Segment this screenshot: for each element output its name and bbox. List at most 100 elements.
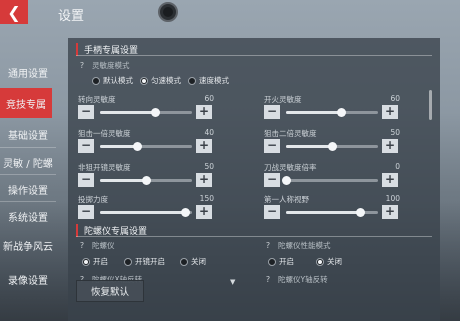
divider (76, 55, 432, 56)
slider-value: 150 (199, 194, 214, 203)
sidebar-item-label: 录像设置 (8, 275, 48, 287)
sidebar-item-sensitivity[interactable]: 灵敏 / 陀螺 (0, 150, 56, 175)
option-label: 速度模式 (199, 76, 229, 85)
increase-button[interactable]: + (382, 205, 398, 219)
sidebar-item-system[interactable]: 系统设置 (0, 204, 56, 228)
slider-handle[interactable] (328, 142, 337, 151)
scrollbar[interactable] (429, 90, 432, 120)
slider-fill (100, 179, 146, 182)
slider-track[interactable] (286, 108, 378, 117)
settings-panel: 手柄专属设置 ? 灵敏度模式 默认模式 匀速模式 速度模式 转向灵敏度 60− + 开… (68, 38, 440, 321)
decrease-button[interactable]: − (78, 173, 94, 187)
gyro-perf-label: 陀螺仪性能模式 (278, 241, 331, 250)
y-reverse-header: ? 陀螺仪Y轴反转 (264, 274, 328, 285)
option-label: 开启 (93, 257, 108, 266)
increase-button[interactable]: + (196, 173, 212, 187)
mode-option-default[interactable]: 默认模式 (92, 75, 133, 86)
mode-header: ? 灵敏度模式 (78, 60, 130, 71)
mode-option-speed[interactable]: 速度模式 (188, 75, 229, 86)
gyro-option-scope[interactable]: 开镜开启 (124, 256, 165, 267)
increase-button[interactable]: + (382, 105, 398, 119)
increase-button[interactable]: + (196, 139, 212, 153)
slider-fill (100, 211, 185, 214)
sidebar-item-label: 竞技专属 (6, 99, 46, 111)
slider-value: 0 (395, 162, 400, 171)
option-label: 默认模式 (103, 76, 133, 85)
decrease-button[interactable]: − (78, 105, 94, 119)
slider-handle[interactable] (151, 108, 161, 117)
chevron-down-icon: ▼ (230, 278, 236, 286)
reset-default-button[interactable]: 恢复默认 (76, 280, 144, 302)
increase-button[interactable]: + (196, 105, 212, 119)
slider-track[interactable] (286, 208, 378, 217)
slider-track[interactable] (282, 176, 378, 185)
gyro-perf-option-on[interactable]: 开启 (268, 256, 294, 267)
slider-handle[interactable] (180, 208, 190, 217)
slider-value: 50 (390, 128, 400, 137)
decrease-button[interactable]: − (264, 205, 280, 219)
decrease-button[interactable]: − (264, 139, 280, 153)
radio-selected-icon (316, 257, 324, 266)
sidebar-item-label: 基础设置 (8, 130, 48, 142)
option-label: 开镜开启 (135, 257, 165, 266)
slider-track[interactable] (100, 142, 192, 151)
mode-option-uniform[interactable]: 匀速模式 (140, 75, 181, 86)
slider-handle[interactable] (355, 208, 365, 217)
sidebar-item-label: 通用设置 (8, 68, 48, 80)
radio-icon (180, 257, 188, 266)
slider-track[interactable] (100, 108, 192, 117)
decrease-button[interactable]: − (78, 205, 94, 219)
gyro-label: 陀螺仪 (92, 241, 115, 250)
sidebar-item-label: 新战争风云 (3, 241, 53, 253)
radio-icon (268, 257, 276, 266)
slider-value: 40 (204, 128, 214, 137)
slider-value: 50 (204, 162, 214, 171)
slider-handle[interactable] (132, 142, 142, 151)
slider-track[interactable] (286, 142, 378, 151)
record-icon[interactable] (158, 2, 178, 22)
sidebar-item-competitive[interactable]: 竞技专属 (0, 88, 52, 118)
decrease-button[interactable]: − (78, 139, 94, 153)
radio-selected-icon (82, 257, 90, 266)
chevron-left-icon: ❮ (7, 2, 21, 22)
sidebar: 通用设置 竞技专属 基础设置 灵敏 / 陀螺 操作设置 系统设置 新战争风云 录… (0, 58, 56, 293)
help-icon[interactable]: ? (78, 61, 86, 70)
sidebar-item-replay[interactable]: 录像设置 (0, 266, 56, 292)
sidebar-item-label: 操作设置 (8, 185, 48, 197)
decrease-button[interactable]: − (264, 173, 280, 187)
page-title: 设置 (58, 9, 85, 24)
sidebar-item-label: 系统设置 (8, 212, 48, 224)
radio-selected-icon (140, 76, 148, 85)
slider-track[interactable] (100, 208, 192, 217)
gyro-header: ? 陀螺仪 (78, 240, 115, 251)
slider-handle[interactable] (337, 108, 347, 117)
gyro-option-off[interactable]: 关闭 (180, 256, 206, 267)
help-icon[interactable]: ? (264, 241, 272, 250)
slider-handle[interactable] (282, 176, 291, 185)
option-label: 关闭 (191, 257, 206, 266)
slider-fill (100, 111, 156, 114)
help-icon[interactable]: ? (78, 241, 86, 250)
gyro-option-on[interactable]: 开启 (82, 256, 108, 267)
radio-icon (124, 257, 132, 266)
help-icon[interactable]: ? (264, 275, 272, 284)
decrease-button[interactable]: − (264, 105, 280, 119)
sidebar-item-controls[interactable]: 操作设置 (0, 177, 56, 202)
increase-button[interactable]: + (382, 173, 398, 187)
slider-value: 60 (390, 94, 400, 103)
slider-track[interactable] (100, 176, 192, 185)
sidebar-item-new-war[interactable]: 新战争风云 (0, 232, 56, 258)
back-button[interactable]: ❮ (0, 0, 28, 24)
increase-button[interactable]: + (382, 139, 398, 153)
sidebar-item-general[interactable]: 通用设置 (0, 58, 56, 86)
option-label: 匀速模式 (151, 76, 181, 85)
slider-fill (286, 111, 342, 114)
slider-handle[interactable] (142, 176, 151, 185)
gyro-perf-option-off[interactable]: 关闭 (316, 256, 342, 267)
radio-icon (188, 76, 196, 85)
option-label: 关闭 (327, 257, 342, 266)
slider-value: 100 (385, 194, 400, 203)
slider-fill (286, 211, 360, 214)
increase-button[interactable]: + (196, 205, 212, 219)
sidebar-item-basic[interactable]: 基础设置 (0, 121, 56, 148)
